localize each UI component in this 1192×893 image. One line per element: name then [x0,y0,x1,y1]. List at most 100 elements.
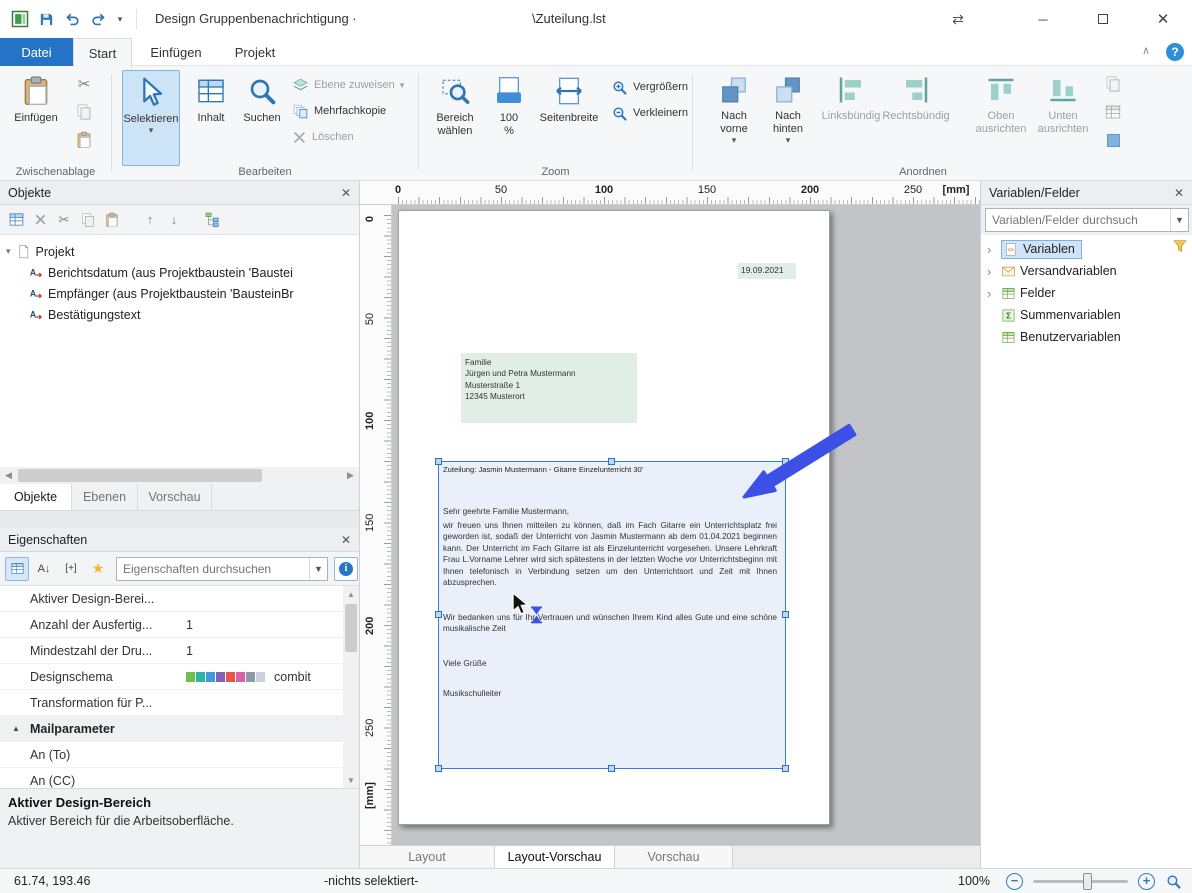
objects-panel-close-icon[interactable]: ✕ [341,186,351,200]
bring-to-front-caret-icon[interactable]: ▾ [732,136,737,144]
insert-object-button[interactable] [4,208,28,232]
help-icon[interactable]: ? [1166,43,1184,61]
cut-button[interactable]: ✂ [72,72,96,96]
quick-access-caret-icon[interactable]: ▾ [112,7,128,31]
zoom-out-button[interactable]: Verkleinern [611,102,688,124]
selection-handle[interactable] [435,765,442,772]
favorites-star-icon[interactable]: ★ [86,557,110,581]
copy-object-button[interactable] [76,208,100,232]
expand-all-button[interactable]: [+] [59,557,83,581]
property-row[interactable]: An (CC) [0,768,344,788]
minimize-button[interactable]: ─ [1022,0,1064,38]
move-up-button[interactable]: ↑ [138,208,162,232]
property-row[interactable]: Anzahl der Ausfertig...1 [0,612,344,638]
property-row-designschema[interactable]: Designschema combit [0,664,344,690]
zoom-select-area-button[interactable]: Bereich wählen [427,70,483,166]
properties-search-box[interactable]: ▼ [116,557,328,581]
undo-button[interactable] [60,7,84,31]
property-group-mailparameter[interactable]: ▲ Mailparameter [0,716,344,742]
tab-vorschau[interactable]: Vorschau [138,484,212,510]
tree-node-project[interactable]: ▾ Projekt [6,241,74,262]
arrange-grid-button[interactable] [1101,100,1125,124]
align-right-button[interactable]: Rechtsbündig [883,70,949,166]
tab-layout-vorschau[interactable]: Layout-Vorschau [495,846,615,868]
tab-datei[interactable]: Datei [0,38,73,66]
tab-layout[interactable]: Layout [360,846,495,868]
tree-node-felder[interactable]: › Felder [987,282,1055,304]
selection-handle[interactable] [782,611,789,618]
tree-node-berichtsdatum[interactable]: Berichtsdatum (aus Projektbaustein 'Baus… [28,262,293,283]
align-bottom-button[interactable]: Unten ausrichten [1033,70,1093,166]
sort-alphabetical-button[interactable]: A↓ [32,557,56,581]
close-button[interactable]: ✕ [1142,0,1184,38]
property-row[interactable]: Mindestzahl der Dru...1 [0,638,344,664]
category-view-button[interactable] [5,557,29,581]
cut-object-button[interactable]: ✂ [52,208,76,232]
design-canvas[interactable]: 19.09.2021 Familie Jürgen und Petra Must… [392,205,980,845]
tree-node-bestaetigungstext[interactable]: Bestätigungstext [28,304,140,325]
letter-text-frame[interactable]: Zuteilung: Jasmin Mustermann - Gitarre E… [438,461,786,769]
zoom-fit-icon[interactable] [1165,873,1182,890]
search-button[interactable]: Suchen [238,70,286,166]
collapse-ribbon-icon[interactable]: ∧ [1142,44,1150,57]
page-width-button[interactable]: Seitenbreite [535,70,603,166]
paste-button[interactable]: Einfügen [8,70,64,166]
selection-handle[interactable] [608,765,615,772]
property-row[interactable]: Aktiver Design-Berei... [0,586,344,612]
selection-handle[interactable] [435,611,442,618]
scroll-right-icon[interactable]: ▶ [342,467,359,484]
variables-search-box[interactable]: ▼ [985,208,1189,232]
tab-vorschau-view[interactable]: Vorschau [615,846,733,868]
send-to-back-caret-icon[interactable]: ▾ [786,136,791,144]
tab-objekte[interactable]: Objekte [0,484,72,510]
group-expander-icon[interactable]: ▲ [12,724,20,733]
properties-search-dropdown-icon[interactable]: ▼ [309,558,327,580]
content-button[interactable]: Inhalt [188,70,234,166]
dock-toggle-icon[interactable]: ⇄ [940,0,976,38]
tree-node-variablen[interactable]: › Variablen [987,238,1082,260]
fill-selection-button[interactable] [1101,128,1125,152]
zoom-out-icon[interactable]: − [1006,873,1023,890]
filter-funnel-icon[interactable] [1172,238,1188,254]
save-button[interactable] [34,7,58,31]
same-size-button[interactable] [1101,72,1125,96]
zoom-in-button[interactable]: Vergrößern [611,76,688,98]
chevron-right-icon[interactable]: › [987,242,997,257]
selection-handle[interactable] [782,765,789,772]
tree-node-empfaenger[interactable]: Empfänger (aus Projektbaustein 'Baustein… [28,283,294,304]
move-down-button[interactable]: ↓ [162,208,186,232]
multi-copy-button[interactable]: Mehrfachkopie [292,100,386,122]
panel-splitter[interactable] [0,511,359,528]
align-top-button[interactable]: Oben ausrichten [973,70,1029,166]
date-field[interactable]: 19.09.2021 [738,263,796,279]
chevron-right-icon[interactable]: › [987,264,997,279]
scrollbar-thumb[interactable] [18,469,262,482]
scrollbar-thumb[interactable] [345,604,357,652]
properties-search-input[interactable] [117,562,309,576]
tab-projekt[interactable]: Projekt [222,38,288,66]
bring-to-front-button[interactable]: Nach vorne ▾ [709,70,759,166]
property-row[interactable]: An (To) [0,742,344,768]
tree-node-benutzervariablen[interactable]: Benutzervariablen [1001,326,1121,348]
scroll-up-icon[interactable]: ▲ [343,586,359,602]
hierarchy-view-button[interactable] [200,208,224,232]
copy-button[interactable] [72,100,96,124]
select-mode-button[interactable]: Selektieren ▾ [122,70,180,166]
variables-search-dropdown-icon[interactable]: ▼ [1170,209,1188,231]
variables-search-input[interactable] [986,213,1170,227]
tab-einfuegen[interactable]: Einfügen [140,38,212,66]
zoom-100-button[interactable]: 100 % [487,70,531,166]
paste-object-button[interactable] [100,208,124,232]
properties-panel-close-icon[interactable]: ✕ [341,533,351,547]
scroll-down-icon[interactable]: ▼ [343,772,359,788]
select-mode-caret-icon[interactable]: ▾ [149,126,154,134]
maximize-button[interactable] [1082,0,1124,38]
tree-node-summenvariablen[interactable]: Summenvariablen [1001,304,1121,326]
tree-expander-icon[interactable]: ▾ [6,246,11,257]
property-row[interactable]: Transformation für P... [0,690,344,716]
align-left-button[interactable]: Linksbündig [821,70,881,166]
selection-handle[interactable] [435,458,442,465]
tab-ebenen[interactable]: Ebenen [72,484,138,510]
redo-button[interactable] [86,7,110,31]
properties-vertical-scrollbar[interactable]: ▲ ▼ [343,586,359,788]
